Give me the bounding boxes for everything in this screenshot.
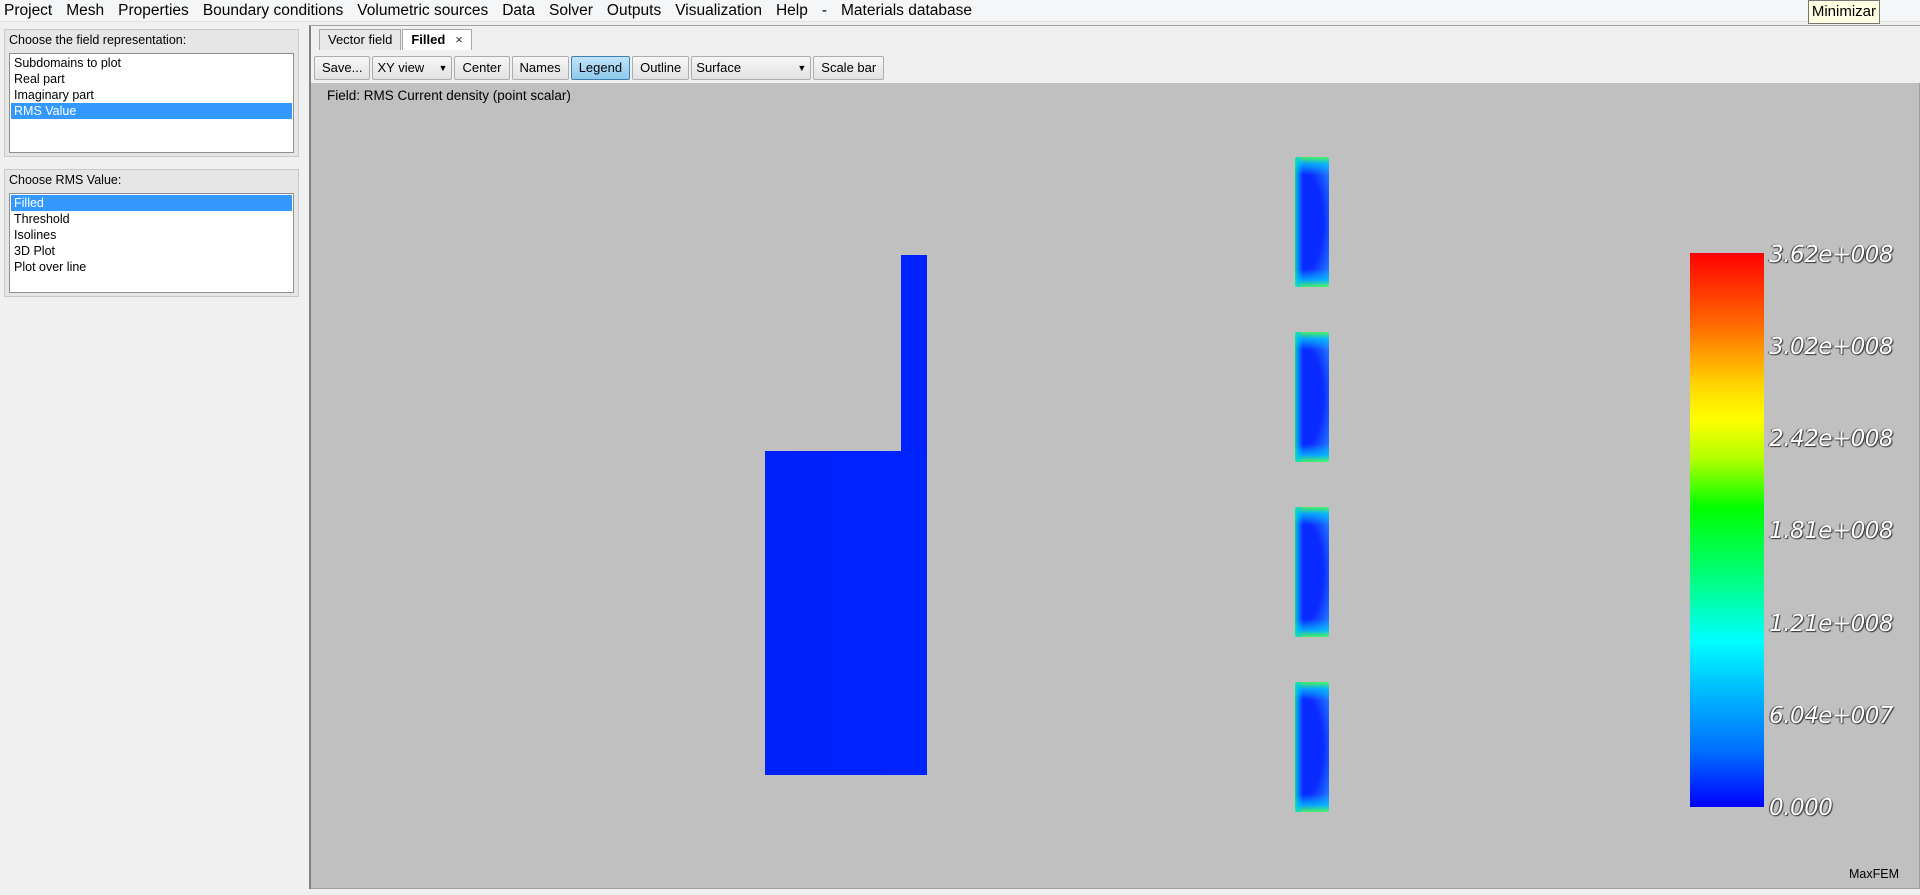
representation-list[interactable]: Subdomains to plot Real part Imaginary p…	[9, 53, 294, 153]
color-bar	[1690, 253, 1764, 807]
close-icon[interactable]: ×	[455, 30, 463, 50]
menu-properties[interactable]: Properties	[111, 0, 196, 22]
rms-item-3d-plot[interactable]: 3D Plot	[11, 243, 292, 259]
menu-solver[interactable]: Solver	[542, 0, 600, 22]
tab-filled[interactable]: Filled ×	[402, 29, 472, 50]
menu-outputs[interactable]: Outputs	[600, 0, 668, 22]
coil-4	[1295, 682, 1329, 812]
legend-label-2: 6.04e+007	[1769, 703, 1894, 729]
menu-data[interactable]: Data	[495, 0, 542, 22]
representation-item-rms-value[interactable]: RMS Value	[11, 103, 292, 119]
rms-item-isolines[interactable]: Isolines	[11, 227, 292, 243]
legend-label-3: 1.21e+008	[1769, 611, 1894, 637]
brand-label: MaxFEM	[1849, 867, 1899, 881]
conductor-block	[765, 451, 927, 775]
legend-label-5: 2.42e+008	[1769, 426, 1894, 452]
coil-1	[1295, 157, 1329, 287]
coil-3	[1295, 507, 1329, 637]
field-label: Field: RMS Current density (point scalar…	[327, 88, 571, 103]
legend-label-6: 3.02e+008	[1769, 334, 1894, 360]
menu-materials-database[interactable]: Materials database	[834, 0, 979, 22]
view-select[interactable]: XY view ▼	[372, 56, 453, 80]
surface-select[interactable]: Surface ▼	[691, 56, 812, 80]
representation-item-subdomains[interactable]: Subdomains to plot	[11, 55, 292, 71]
rms-title: Choose RMS Value:	[9, 173, 122, 187]
tab-vector-field-label: Vector field	[328, 32, 393, 47]
save-button[interactable]: Save...	[314, 56, 371, 80]
legend-label-min: 0.000	[1769, 795, 1833, 821]
menu-boundary-conditions[interactable]: Boundary conditions	[196, 0, 350, 22]
names-button[interactable]: Names	[511, 56, 569, 80]
legend-label-4: 1.81e+008	[1769, 518, 1894, 544]
legend-label-max: 3.62e+008	[1769, 242, 1894, 268]
toolbar: Save... XY view ▼ Center Names Legend Ou…	[314, 55, 886, 81]
main-area: Vector field Filled × Save... XY view ▼ …	[309, 25, 1920, 889]
rms-item-filled[interactable]: Filled	[11, 195, 292, 211]
rms-item-threshold[interactable]: Threshold	[11, 211, 292, 227]
representation-item-real-part[interactable]: Real part	[11, 71, 292, 87]
outline-button[interactable]: Outline	[632, 56, 690, 80]
chevron-down-icon: ▼	[797, 63, 807, 73]
legend-button[interactable]: Legend	[570, 56, 631, 80]
rms-list[interactable]: Filled Threshold Isolines 3D Plot Plot o…	[9, 193, 294, 293]
rms-group: Choose RMS Value: Filled Threshold Isoli…	[4, 169, 299, 297]
center-button[interactable]: Center	[454, 56, 510, 80]
chevron-down-icon: ▼	[438, 63, 448, 73]
render-viewport[interactable]: Field: RMS Current density (point scalar…	[311, 83, 1920, 889]
menu-visualization[interactable]: Visualization	[668, 0, 769, 22]
menu-mesh[interactable]: Mesh	[59, 0, 111, 22]
coil-2	[1295, 332, 1329, 462]
minimize-tooltip: Minimizar	[1807, 0, 1880, 24]
menu-separator: -	[821, 1, 828, 19]
tab-filled-label: Filled	[411, 32, 446, 47]
menu-volumetric-sources[interactable]: Volumetric sources	[350, 0, 495, 22]
representation-item-imaginary-part[interactable]: Imaginary part	[11, 87, 292, 103]
conductor-upper-bar	[901, 255, 927, 451]
representation-group: Choose the field representation: Subdoma…	[4, 29, 299, 157]
surface-select-value: Surface	[696, 60, 742, 75]
view-select-value: XY view	[377, 60, 425, 75]
representation-title: Choose the field representation:	[9, 33, 187, 47]
menu-help[interactable]: Help	[769, 0, 815, 22]
menubar: Project Mesh Properties Boundary conditi…	[0, 0, 1920, 22]
rms-item-plot-over-line[interactable]: Plot over line	[11, 259, 292, 275]
scale-bar-button[interactable]: Scale bar	[813, 56, 885, 80]
tab-vector-field[interactable]: Vector field	[319, 29, 402, 50]
tab-bar: Vector field Filled ×	[319, 29, 473, 50]
menu-project[interactable]: Project	[0, 0, 59, 22]
